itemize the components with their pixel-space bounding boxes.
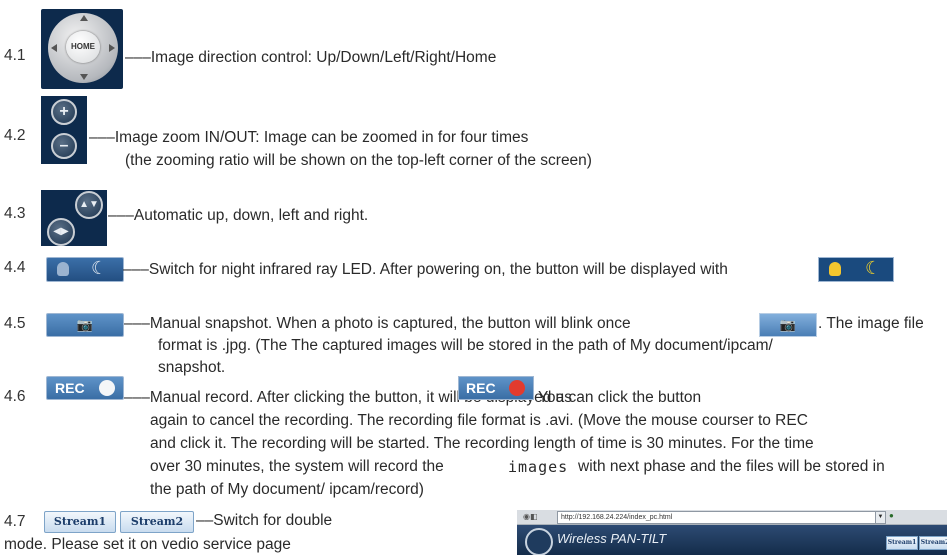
record-active-button: REC: [458, 376, 534, 400]
dropdown-arrow-icon: ▼: [875, 511, 886, 524]
app-title: Wireless PAN-TILT: [557, 531, 667, 546]
go-icon: ●: [889, 511, 894, 520]
item-4-2-line1: –––Image zoom IN/OUT: Image can be zoome…: [89, 129, 529, 146]
item-4-5-line3: snapshot.: [158, 359, 226, 376]
item-4-6-line1b: You can click the button: [538, 389, 702, 406]
bulb-on-icon: [829, 262, 841, 276]
item-number-4-1: 4.1: [4, 47, 26, 64]
home-button[interactable]: HOME: [66, 31, 100, 63]
item-4-6-line4b: images: [508, 458, 569, 476]
item-number-4-4: 4.4: [4, 259, 26, 276]
item-number-4-5: 4.5: [4, 315, 26, 332]
moon-star-icon: ☾: [865, 258, 882, 278]
browser-menu-icon: ◉◧: [523, 512, 538, 521]
mini-stream1-button: Stream1: [886, 536, 918, 550]
item-4-6-line2: again to cancel the recording. The recor…: [150, 412, 808, 429]
bulb-off-icon: [57, 262, 69, 276]
item-number-4-3: 4.3: [4, 205, 26, 222]
item-4-2-line2: (the zooming ratio will be shown on the …: [125, 152, 592, 169]
item-4-6-line5: the path of My document/ ipcam/record): [150, 481, 424, 498]
ir-led-on-button: ☾: [818, 257, 894, 282]
record-active-icon: [509, 380, 525, 396]
item-number-4-2: 4.2: [4, 127, 26, 144]
auto-up-down-icon[interactable]: ▲▼: [75, 191, 103, 219]
item-4-5-line1a: –––Manual snapshot. When a photo is capt…: [124, 315, 631, 332]
item-4-7-line2: mode. Please set it on vedio service pag…: [4, 536, 291, 553]
auto-left-right-icon[interactable]: ◀▶: [47, 218, 75, 246]
arrow-down-icon[interactable]: [80, 74, 88, 80]
arrow-right-icon[interactable]: [109, 44, 115, 52]
camera-logo-icon: [525, 528, 553, 555]
item-number-4-7: 4.7: [4, 513, 26, 530]
record-idle-icon: [99, 380, 115, 396]
zoom-out-icon[interactable]: –: [51, 133, 77, 159]
record-button[interactable]: REC: [46, 376, 124, 400]
mini-stream2-button: Stream2: [919, 536, 947, 550]
item-4-4-description: –––Switch for night infrared ray LED. Af…: [123, 261, 728, 278]
ir-led-button[interactable]: ☾: [46, 257, 124, 282]
camera-blink-icon: 📷: [779, 317, 797, 332]
camera-icon: 📷: [76, 317, 94, 332]
item-4-5-line1b: . The image file: [818, 315, 924, 332]
stream2-button[interactable]: Stream2: [120, 511, 194, 533]
item-4-6-line3: and click it. The recording will be star…: [150, 435, 814, 452]
item-4-6-line4a: over 30 minutes, the system will record …: [150, 458, 444, 475]
browser-address-bar: ◉◧ http://192.168.24.224/index_pc.html ▼…: [517, 510, 947, 525]
item-4-7-description: ––Switch for double: [196, 512, 333, 529]
item-4-3-description: –––Automatic up, down, left and right.: [108, 207, 369, 224]
item-number-4-6: 4.6: [4, 388, 26, 405]
arrow-up-icon[interactable]: [80, 15, 88, 21]
rec-label: REC: [55, 380, 85, 396]
moon-icon: ☾: [91, 258, 108, 278]
snapshot-button[interactable]: 📷: [46, 313, 124, 337]
stream1-button[interactable]: Stream1: [44, 511, 116, 533]
item-4-5-line2: format is .jpg. (The The captured images…: [158, 337, 773, 354]
browser-screenshot: ◉◧ http://192.168.24.224/index_pc.html ▼…: [517, 510, 947, 555]
snapshot-blink-button: 📷: [759, 313, 817, 337]
address-field: http://192.168.24.224/index_pc.html: [557, 511, 877, 524]
item-4-6-line4c: with next phase and the files will be st…: [578, 458, 885, 475]
rec-active-label: REC: [466, 380, 496, 396]
arrow-left-icon[interactable]: [51, 44, 57, 52]
zoom-in-icon[interactable]: +: [51, 99, 77, 125]
item-4-1-description: –––Image direction control: Up/Down/Left…: [125, 49, 497, 66]
